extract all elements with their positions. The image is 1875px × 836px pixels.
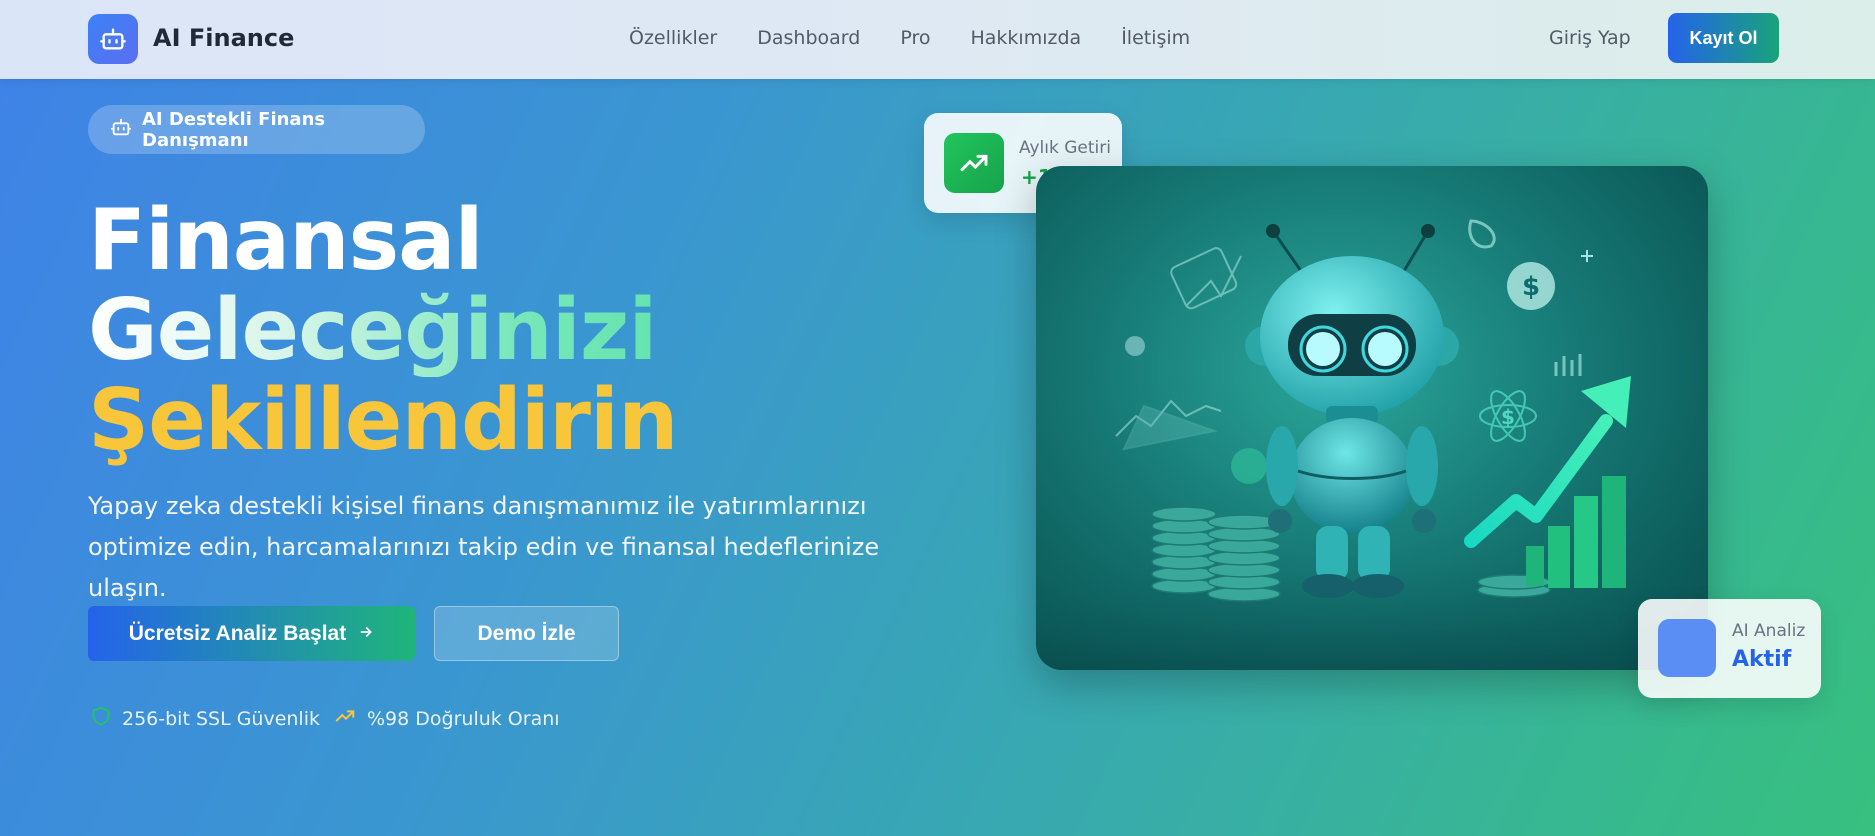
brand-name[interactable]: AI Finance [153,24,294,52]
trending-up-icon [333,705,357,732]
feature-ssl: 256-bit SSL Güvenlik [90,705,320,732]
cta-label: Ücretsiz Analiz Başlat [128,621,347,645]
arrow-right-icon [358,622,374,646]
start-analysis-button[interactable]: Ücretsiz Analiz Başlat [88,606,415,661]
shield-icon [90,705,112,732]
ai-analysis-status: Aktif [1732,647,1792,672]
demo-button[interactable]: Demo İzle [434,606,619,661]
feature-accuracy-label: %98 Doğruluk Oranı [367,707,560,730]
feature-accuracy: %98 Doğruluk Oranı [333,705,560,732]
ai-analysis-card: AI Analiz Aktif [1638,599,1821,698]
nav-item-dashboard[interactable]: Dashboard [757,27,860,49]
feature-ssl-label: 256-bit SSL Güvenlik [122,707,320,730]
main-menu: Özellikler Dashboard Pro Hakkımızda İlet… [629,27,1190,49]
hero-title-line2: Geleceğinizi [88,281,657,380]
login-link[interactable]: Giriş Yap [1549,27,1631,49]
hero-subtitle: Yapay zeka destekli kişisel finans danış… [88,492,880,602]
robot-icon[interactable] [88,14,138,64]
signup-button[interactable]: Kayıt Ol [1668,13,1779,63]
trending-up-icon [944,133,1004,193]
hero-badge: AI Destekli Finans Danışmanı [88,105,425,154]
nav-item-hakkimizda[interactable]: Hakkımızda [971,27,1082,49]
robot-illustration: $ $ [1036,166,1708,670]
badge-label: AI Destekli Finans Danışmanı [142,108,326,151]
nav-item-iletisim[interactable]: İletişim [1121,27,1190,49]
analysis-icon [1658,619,1716,677]
top-navbar: AI Finance Özellikler Dashboard Pro Hakk… [0,0,1875,79]
hero-title-line3: Şekillendirin [88,371,679,470]
svg-text:$: $ [1501,405,1515,429]
nav-item-pro[interactable]: Pro [900,27,930,49]
nav-item-ozellikler[interactable]: Özellikler [629,27,717,49]
ai-analysis-label: AI Analiz [1732,621,1806,641]
svg-text:$: $ [1522,272,1540,302]
monthly-return-label: Aylık Getiri [1019,138,1111,158]
robot-icon [110,116,132,143]
hero-title-line1: Finansal [88,191,484,290]
